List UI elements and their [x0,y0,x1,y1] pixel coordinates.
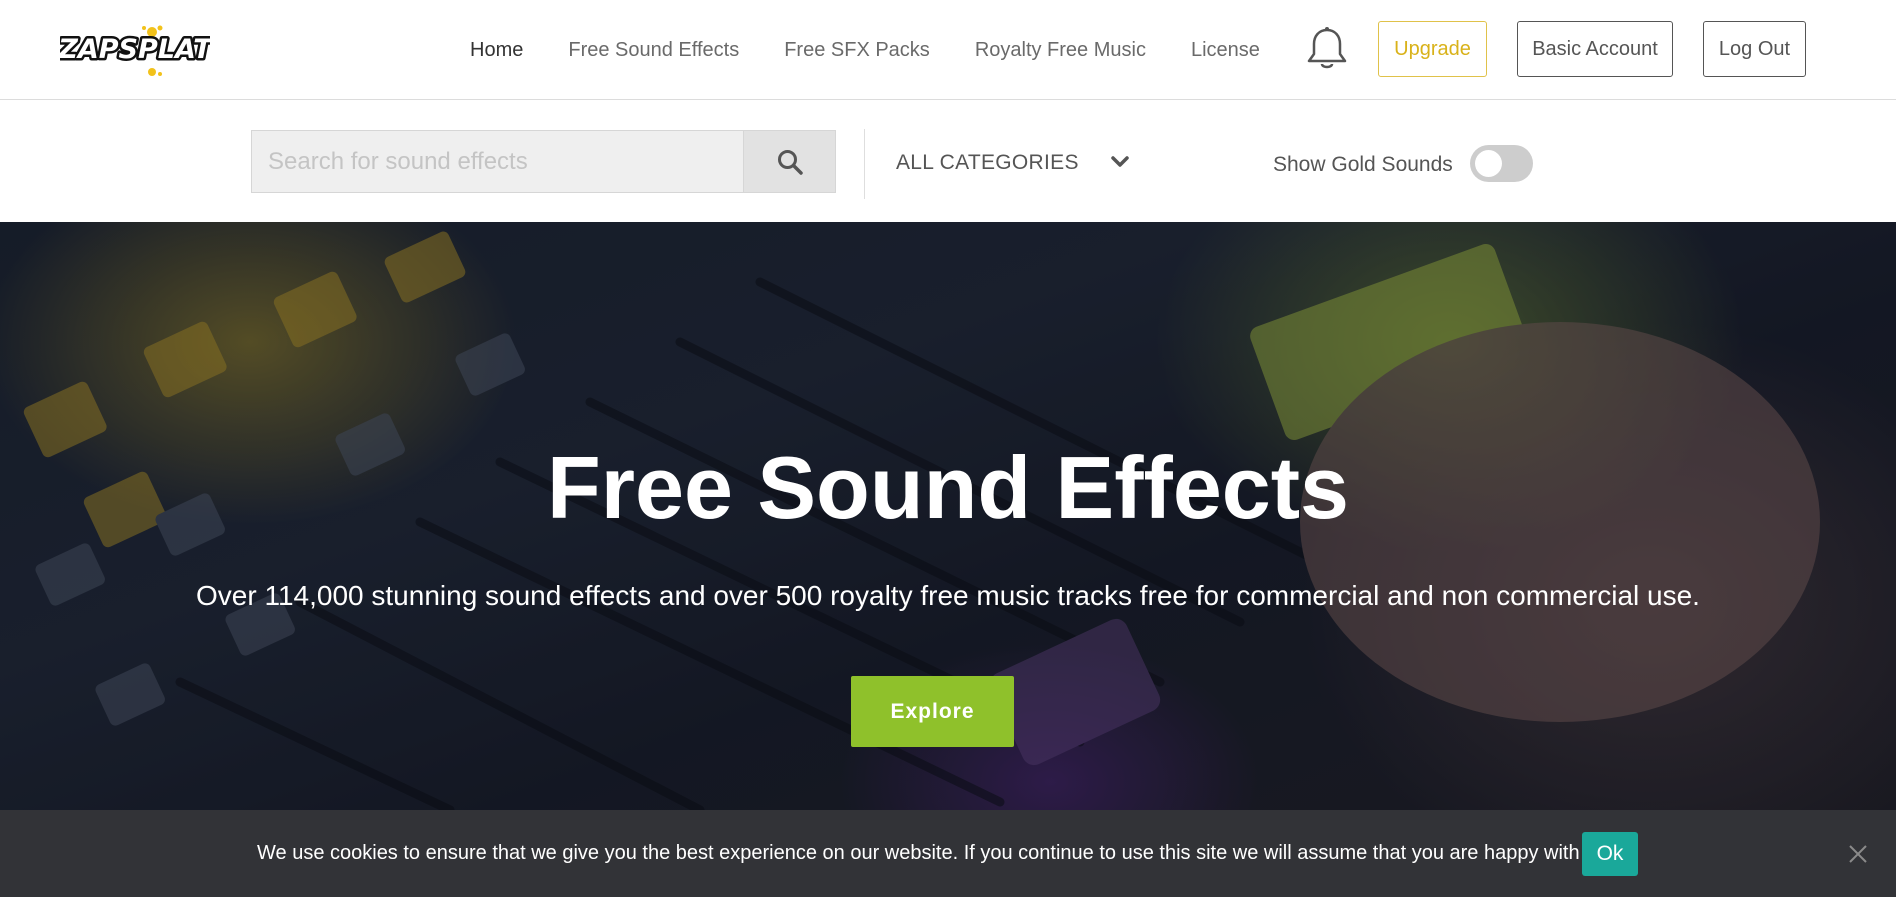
main-nav: Home Free Sound Effects Free SFX Packs R… [470,0,1305,100]
svg-text:ZAPSPLAT: ZAPSPLAT [60,34,210,65]
search-input[interactable] [252,131,743,192]
nav-free-sfx-packs[interactable]: Free SFX Packs [784,39,930,62]
nav-license[interactable]: License [1191,39,1260,62]
cookie-notice-text: We use cookies to ensure that we give yo… [257,842,1601,864]
category-selected-label: ALL CATEGORIES [896,151,1079,174]
cookie-notice: We use cookies to ensure that we give yo… [0,810,1896,897]
hero-subtitle: Over 114,000 stunning sound effects and … [196,580,1700,611]
site-header: ZAPSPLAT ZAPSPLAT Home Free Sound Effect… [0,0,1896,100]
close-icon[interactable] [1847,843,1869,865]
nav-free-sound-effects[interactable]: Free Sound Effects [568,39,739,62]
search-bar: ALL CATEGORIES Show Gold Sounds [0,101,1896,222]
zapsplat-logo[interactable]: ZAPSPLAT ZAPSPLAT [55,22,217,78]
log-out-button[interactable]: Log Out [1703,21,1806,77]
explore-button[interactable]: Explore [851,676,1014,747]
hero-title: Free Sound Effects [547,438,1349,537]
nav-royalty-free-music[interactable]: Royalty Free Music [975,39,1146,62]
nav-home[interactable]: Home [470,39,523,62]
chevron-down-icon [1111,156,1129,167]
basic-account-button[interactable]: Basic Account [1517,21,1673,77]
cookie-ok-button[interactable]: Ok [1582,832,1638,876]
toggle-knob [1475,150,1502,177]
search-input-wrapper [251,130,743,193]
show-gold-sounds-label: Show Gold Sounds [1273,153,1453,176]
category-select[interactable]: ALL CATEGORIES [896,143,1136,183]
search-button[interactable] [743,130,836,193]
show-gold-sounds-toggle[interactable] [1470,145,1533,182]
divider [864,129,865,199]
hero-banner: Free Sound Effects Over 114,000 stunning… [0,222,1896,810]
search-icon [777,149,803,175]
bell-icon[interactable] [1305,26,1349,72]
upgrade-button[interactable]: Upgrade [1378,21,1487,77]
